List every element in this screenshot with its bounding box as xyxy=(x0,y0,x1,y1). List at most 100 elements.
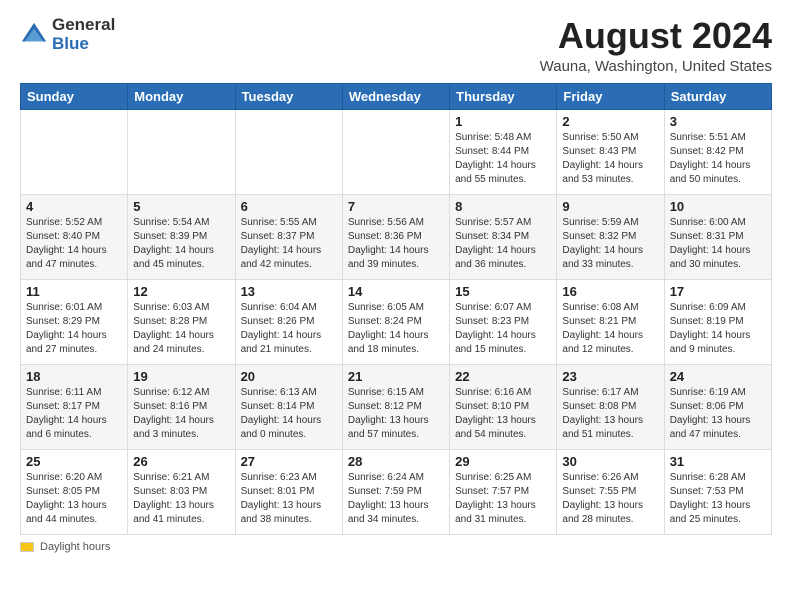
footer: Daylight hours xyxy=(20,541,772,553)
table-row: 18 Sunrise: 6:11 AM Sunset: 8:17 PM Dayli… xyxy=(21,364,128,449)
calendar-week-5: 25 Sunrise: 6:20 AM Sunset: 8:05 PM Dayli… xyxy=(21,449,772,534)
day-number: 6 xyxy=(241,199,337,214)
day-number: 14 xyxy=(348,284,444,299)
table-row: 23Sunrise: 6:17 AM Sunset: 8:08 PM Dayli… xyxy=(557,364,664,449)
title-area: August 2024 Wauna, Washington, United St… xyxy=(540,16,772,75)
calendar-week-2: 4Sunrise: 5:52 AM Sunset: 8:40 PM Daylig… xyxy=(21,194,772,279)
day-info: Sunrise: 5:57 AM Sunset: 8:34 PM Dayligh… xyxy=(455,216,551,272)
day-number: 28 xyxy=(348,454,444,469)
day-number: 19 xyxy=(133,369,229,384)
day-number: 17 xyxy=(670,284,766,299)
table-row: 5Sunrise: 5:54 AM Sunset: 8:39 PM Daylig… xyxy=(128,194,235,279)
day-number: 12 xyxy=(133,284,229,299)
table-row: 4Sunrise: 5:52 AM Sunset: 8:40 PM Daylig… xyxy=(21,194,128,279)
day-number: 24 xyxy=(670,369,766,384)
day-info: Sunrise: 6:04 AM Sunset: 8:26 PM Dayligh… xyxy=(241,301,337,357)
day-number: 22 xyxy=(455,369,551,384)
day-number: 18 xyxy=(26,369,122,384)
day-number: 8 xyxy=(455,199,551,214)
table-row: 31 Sunrise: 6:28 AM Sunset: 7:53 PM Dayli… xyxy=(664,449,771,534)
day-number: 31 xyxy=(670,454,766,469)
day-number: 16 xyxy=(562,284,658,299)
calendar-week-1: 1Sunrise: 5:48 AM Sunset: 8:44 PM Daylig… xyxy=(21,109,772,194)
day-number: 1 xyxy=(455,114,551,129)
day-number: 20 xyxy=(241,369,337,384)
day-info: Sunrise: 6:11 AM Sunset: 8:17 PM Dayligh… xyxy=(26,386,122,442)
table-row: 21Sunrise: 6:15 AM Sunset: 8:12 PM Dayli… xyxy=(342,364,449,449)
day-number: 2 xyxy=(562,114,658,129)
day-info: Sunrise: 5:56 AM Sunset: 8:36 PM Dayligh… xyxy=(348,216,444,272)
day-info: Sunrise: 6:05 AM Sunset: 8:24 PM Dayligh… xyxy=(348,301,444,357)
day-info: Sunrise: 6:25 AM Sunset: 7:57 PM Dayligh… xyxy=(455,471,551,527)
day-number: 27 xyxy=(241,454,337,469)
logo-general-text: General xyxy=(52,16,115,35)
calendar-header-row: Sunday Monday Tuesday Wednesday Thursday… xyxy=(21,83,772,109)
table-row: 28 Sunrise: 6:24 AM Sunset: 7:59 PM Dayli… xyxy=(342,449,449,534)
table-row: 8 Sunrise: 5:57 AM Sunset: 8:34 PM Daylig… xyxy=(450,194,557,279)
table-row: 29 Sunrise: 6:25 AM Sunset: 7:57 PM Dayli… xyxy=(450,449,557,534)
day-info: Sunrise: 6:00 AM Sunset: 8:31 PM Dayligh… xyxy=(670,216,766,272)
logo-text: General Blue xyxy=(52,16,115,53)
day-info: Sunrise: 6:15 AM Sunset: 8:12 PM Dayligh… xyxy=(348,386,444,442)
table-row: 13 Sunrise: 6:04 AM Sunset: 8:26 PM Dayli… xyxy=(235,279,342,364)
day-info: Sunrise: 6:28 AM Sunset: 7:53 PM Dayligh… xyxy=(670,471,766,527)
col-wednesday: Wednesday xyxy=(342,83,449,109)
table-row: 10 Sunrise: 6:00 AM Sunset: 8:31 PM Dayli… xyxy=(664,194,771,279)
day-number: 29 xyxy=(455,454,551,469)
calendar-week-4: 18 Sunrise: 6:11 AM Sunset: 8:17 PM Dayli… xyxy=(21,364,772,449)
day-number: 7 xyxy=(348,199,444,214)
day-info: Sunrise: 6:20 AM Sunset: 8:05 PM Dayligh… xyxy=(26,471,122,527)
day-info: Sunrise: 6:09 AM Sunset: 8:19 PM Dayligh… xyxy=(670,301,766,357)
day-info: Sunrise: 5:59 AM Sunset: 8:32 PM Dayligh… xyxy=(562,216,658,272)
table-row: 30Sunrise: 6:26 AM Sunset: 7:55 PM Dayli… xyxy=(557,449,664,534)
day-number: 10 xyxy=(670,199,766,214)
table-row xyxy=(235,109,342,194)
day-info: Sunrise: 6:08 AM Sunset: 8:21 PM Dayligh… xyxy=(562,301,658,357)
col-saturday: Saturday xyxy=(664,83,771,109)
table-row: 26 Sunrise: 6:21 AM Sunset: 8:03 PM Dayli… xyxy=(128,449,235,534)
day-info: Sunrise: 6:26 AM Sunset: 7:55 PM Dayligh… xyxy=(562,471,658,527)
day-number: 3 xyxy=(670,114,766,129)
table-row: 17 Sunrise: 6:09 AM Sunset: 8:19 PM Dayli… xyxy=(664,279,771,364)
day-info: Sunrise: 5:55 AM Sunset: 8:37 PM Dayligh… xyxy=(241,216,337,272)
day-info: Sunrise: 5:54 AM Sunset: 8:39 PM Dayligh… xyxy=(133,216,229,272)
day-info: Sunrise: 6:07 AM Sunset: 8:23 PM Dayligh… xyxy=(455,301,551,357)
table-row: 1Sunrise: 5:48 AM Sunset: 8:44 PM Daylig… xyxy=(450,109,557,194)
logo-icon xyxy=(20,21,48,49)
table-row xyxy=(342,109,449,194)
day-info: Sunrise: 6:19 AM Sunset: 8:06 PM Dayligh… xyxy=(670,386,766,442)
day-number: 15 xyxy=(455,284,551,299)
col-monday: Monday xyxy=(128,83,235,109)
calendar-table: Sunday Monday Tuesday Wednesday Thursday… xyxy=(20,83,772,535)
day-number: 25 xyxy=(26,454,122,469)
day-info: Sunrise: 5:52 AM Sunset: 8:40 PM Dayligh… xyxy=(26,216,122,272)
table-row: 11Sunrise: 6:01 AM Sunset: 8:29 PM Dayli… xyxy=(21,279,128,364)
col-friday: Friday xyxy=(557,83,664,109)
day-info: Sunrise: 5:50 AM Sunset: 8:43 PM Dayligh… xyxy=(562,131,658,187)
table-row: 19 Sunrise: 6:12 AM Sunset: 8:16 PM Dayli… xyxy=(128,364,235,449)
footer-label: Daylight hours xyxy=(40,541,110,553)
col-tuesday: Tuesday xyxy=(235,83,342,109)
table-row: 3Sunrise: 5:51 AM Sunset: 8:42 PM Daylig… xyxy=(664,109,771,194)
table-row: 15 Sunrise: 6:07 AM Sunset: 8:23 PM Dayli… xyxy=(450,279,557,364)
day-info: Sunrise: 6:21 AM Sunset: 8:03 PM Dayligh… xyxy=(133,471,229,527)
day-number: 13 xyxy=(241,284,337,299)
col-sunday: Sunday xyxy=(21,83,128,109)
table-row: 16 Sunrise: 6:08 AM Sunset: 8:21 PM Dayli… xyxy=(557,279,664,364)
calendar-week-3: 11Sunrise: 6:01 AM Sunset: 8:29 PM Dayli… xyxy=(21,279,772,364)
table-row: 7 Sunrise: 5:56 AM Sunset: 8:36 PM Daylig… xyxy=(342,194,449,279)
logo: General Blue xyxy=(20,16,115,53)
page: General Blue August 2024 Wauna, Washingt… xyxy=(0,0,792,563)
day-number: 26 xyxy=(133,454,229,469)
table-row: 20 Sunrise: 6:13 AM Sunset: 8:14 PM Dayli… xyxy=(235,364,342,449)
day-info: Sunrise: 6:01 AM Sunset: 8:29 PM Dayligh… xyxy=(26,301,122,357)
day-info: Sunrise: 6:24 AM Sunset: 7:59 PM Dayligh… xyxy=(348,471,444,527)
table-row: 14 Sunrise: 6:05 AM Sunset: 8:24 PM Dayli… xyxy=(342,279,449,364)
day-info: Sunrise: 6:12 AM Sunset: 8:16 PM Dayligh… xyxy=(133,386,229,442)
day-number: 9 xyxy=(562,199,658,214)
subtitle: Wauna, Washington, United States xyxy=(540,58,772,75)
table-row: 24 Sunrise: 6:19 AM Sunset: 8:06 PM Dayli… xyxy=(664,364,771,449)
header: General Blue August 2024 Wauna, Washingt… xyxy=(20,16,772,75)
table-row: 25 Sunrise: 6:20 AM Sunset: 8:05 PM Dayli… xyxy=(21,449,128,534)
day-info: Sunrise: 6:13 AM Sunset: 8:14 PM Dayligh… xyxy=(241,386,337,442)
